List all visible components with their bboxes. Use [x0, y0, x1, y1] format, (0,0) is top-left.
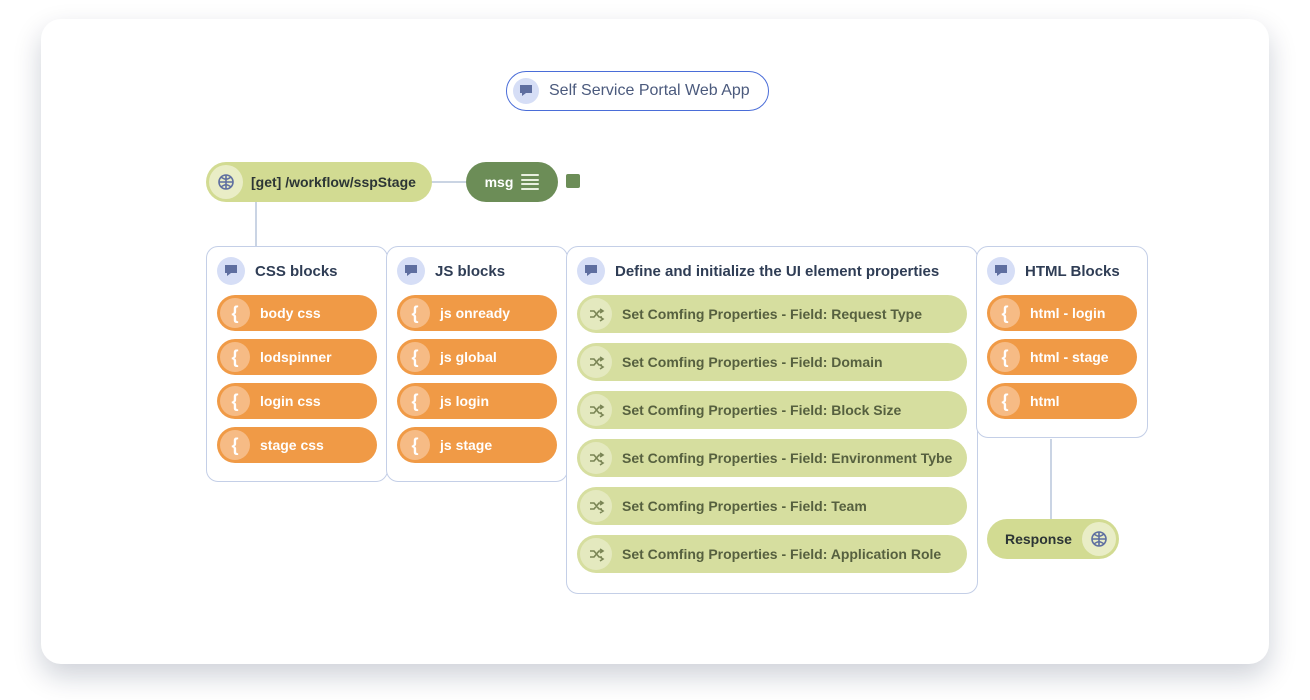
brace-icon: { — [400, 342, 430, 372]
speech-icon — [513, 78, 539, 104]
brace-icon: { — [220, 298, 250, 328]
group-title: HTML Blocks — [1025, 263, 1120, 280]
brace-icon: { — [220, 430, 250, 460]
group-title: Define and initialize the UI element pro… — [615, 263, 939, 280]
http-response-node[interactable]: Response — [987, 519, 1119, 559]
title-label: Self Service Portal Web App — [549, 82, 750, 100]
css-item[interactable]: {login css — [217, 383, 377, 419]
title-node[interactable]: Self Service Portal Web App — [506, 71, 769, 111]
speech-icon — [397, 257, 425, 285]
http-in-node[interactable]: [get] /workflow/sspStage — [206, 162, 432, 202]
group-title: CSS blocks — [255, 263, 338, 280]
brace-icon: { — [400, 430, 430, 460]
property-item[interactable]: Set Comfing Properties - Field: Domain — [577, 343, 967, 381]
flow-canvas[interactable]: Self Service Portal Web App [get] /workf… — [41, 19, 1269, 664]
group-ui-properties[interactable]: Define and initialize the UI element pro… — [566, 246, 978, 594]
globe-icon — [1082, 522, 1116, 556]
speech-icon — [987, 257, 1015, 285]
property-item[interactable]: Set Comfing Properties - Field: Request … — [577, 295, 967, 333]
shuffle-icon — [580, 394, 612, 426]
http-in-label: [get] /workflow/sspStage — [251, 174, 416, 190]
speech-icon — [217, 257, 245, 285]
brace-icon: { — [990, 342, 1020, 372]
shuffle-icon — [580, 346, 612, 378]
group-css-blocks[interactable]: CSS blocks {body css {lodspinner {login … — [206, 246, 388, 482]
shuffle-icon — [580, 298, 612, 330]
bars-icon — [521, 174, 539, 190]
brace-icon: { — [220, 342, 250, 372]
js-item[interactable]: {js login — [397, 383, 557, 419]
msg-node[interactable]: msg — [466, 162, 558, 202]
brace-icon: { — [220, 386, 250, 416]
brace-icon: { — [990, 298, 1020, 328]
property-item[interactable]: Set Comfing Properties - Field: Team — [577, 487, 967, 525]
html-item[interactable]: {html — [987, 383, 1137, 419]
js-item[interactable]: {js onready — [397, 295, 557, 331]
group-html-blocks[interactable]: HTML Blocks {html - login {html - stage … — [976, 246, 1148, 438]
msg-label: msg — [485, 174, 514, 190]
css-item[interactable]: {lodspinner — [217, 339, 377, 375]
brace-icon: { — [400, 386, 430, 416]
html-item[interactable]: {html - stage — [987, 339, 1137, 375]
js-item[interactable]: {js stage — [397, 427, 557, 463]
html-item[interactable]: {html - login — [987, 295, 1137, 331]
css-item[interactable]: {stage css — [217, 427, 377, 463]
css-item[interactable]: {body css — [217, 295, 377, 331]
msg-status-icon — [566, 174, 580, 188]
shuffle-icon — [580, 442, 612, 474]
property-item[interactable]: Set Comfing Properties - Field: Block Si… — [577, 391, 967, 429]
response-label: Response — [1005, 531, 1072, 547]
brace-icon: { — [400, 298, 430, 328]
speech-icon — [577, 257, 605, 285]
group-js-blocks[interactable]: JS blocks {js onready {js global {js log… — [386, 246, 568, 482]
property-item[interactable]: Set Comfing Properties - Field: Environm… — [577, 439, 967, 477]
js-item[interactable]: {js global — [397, 339, 557, 375]
shuffle-icon — [580, 490, 612, 522]
group-title: JS blocks — [435, 263, 505, 280]
shuffle-icon — [580, 538, 612, 570]
globe-icon — [209, 165, 243, 199]
property-item[interactable]: Set Comfing Properties - Field: Applicat… — [577, 535, 967, 573]
brace-icon: { — [990, 386, 1020, 416]
